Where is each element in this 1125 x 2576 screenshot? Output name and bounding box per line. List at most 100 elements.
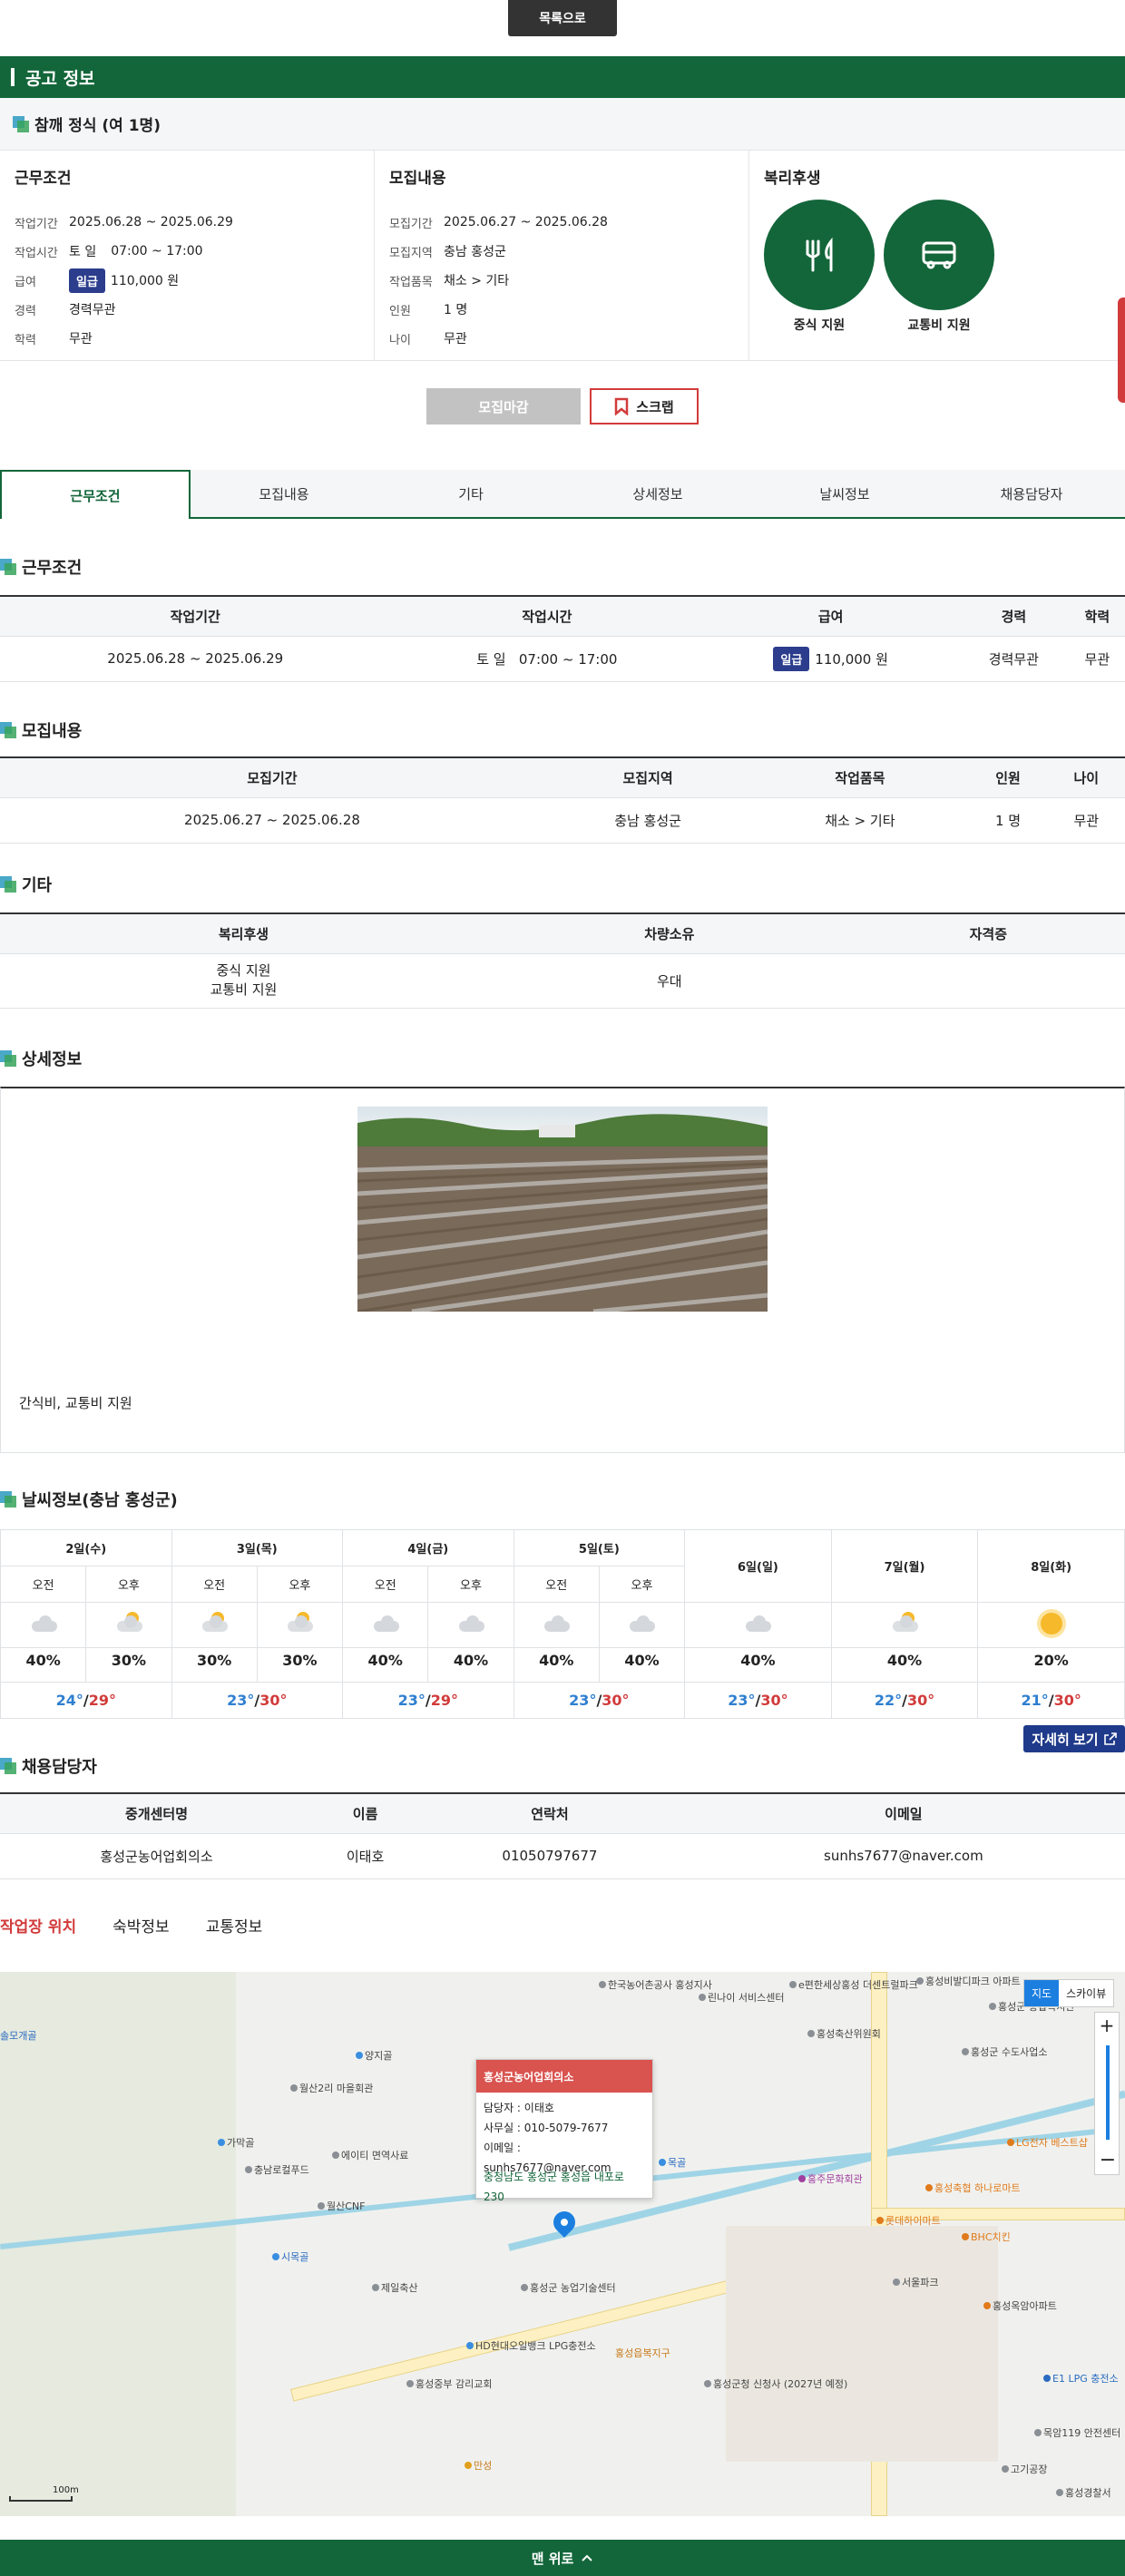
day-header: 2일(수) [0,1529,172,1566]
poi-label: e편한세상홍성 더센트럴파크 [798,1979,918,1991]
tab-etc[interactable]: 기타 [377,470,564,517]
th: 차량소유 [486,912,852,954]
map-type-map[interactable]: 지도 [1024,1980,1060,2006]
detail-section-title: 상세정보 [0,1047,82,1070]
td: 2025.06.27 ~ 2025.06.28 [0,797,544,844]
side-tab[interactable] [1118,298,1125,403]
temp-range: 23°/30° [684,1682,832,1719]
recruit-table: 모집기간 모집지역 작업품목 인원 나이 2025.06.27 ~ 2025.0… [0,756,1125,844]
welfare-card: 복리후생 중식 지원 교통비 지원 [749,151,1125,361]
map-poi: 홍성축산위원회 [807,2026,881,2041]
scroll-top-button[interactable]: 맨 위로 [0,2540,1125,2576]
zoom-slider[interactable] [1106,2045,1110,2140]
tab-contact[interactable]: 채용담당자 [938,470,1125,517]
precip-pct: 40% [684,1647,832,1683]
map-poi: 만성 [465,2458,492,2473]
poi-label: LG전자 베스트샵 [1016,2137,1088,2149]
cloud-icon [742,1615,773,1632]
work-table: 작업기간 작업시간 급여 경력 학력 2025.06.28 ~ 2025.06.… [0,595,1125,682]
pm-label: 오후 [427,1566,514,1603]
map-poi: 한국농어촌공사 홍성지사 [599,1977,712,1992]
section-square-icon [13,115,29,132]
table-row: 2025.06.28 ~ 2025.06.29 토 일 07:00 ~ 17:0… [0,636,1125,682]
map-type-skyview[interactable]: 스카이뷰 [1059,1980,1113,2006]
value: 충남 홍성군 [444,245,506,259]
section-square-icon [0,1491,16,1508]
contact-section-title: 채용담당자 [0,1754,97,1778]
tab-transport[interactable]: 교통정보 [206,1914,263,1937]
cloud-icon [370,1615,401,1632]
tab-work[interactable]: 근무조건 [0,470,191,519]
label: 모집기간 [389,217,433,231]
days: 토 일 [476,650,506,668]
recruit-section-title: 모집내용 [0,718,82,742]
bookmark-icon [615,397,629,415]
pm-label: 오후 [598,1566,686,1603]
detail-text: 간식비, 교통비 지원 [19,1395,132,1411]
map-poi: 충남로컬푸드 [245,2162,309,2177]
temp-low: 23° [569,1692,597,1709]
welfare-card-title: 복리후생 [764,170,821,188]
td: 1 명 [968,797,1048,844]
map-poi: 홍주문화회관 [798,2171,863,2186]
poi-label: 홍성비발디파크 아파트 [925,1976,1021,1987]
work-section-title: 근무조건 [0,555,82,579]
scrap-button[interactable]: 스크랩 [590,388,699,424]
th: 자격증 [851,912,1125,954]
weather-more-button[interactable]: 자세히 보기 [1023,1725,1125,1752]
bus-icon [922,241,956,269]
temp-high: 30° [1053,1692,1081,1709]
poi-label: E1 LPG 충전소 [1052,2373,1119,2385]
map-info-popup: 홍성군농어업회의소 담당자 : 이태호 사무실 : 010-5079-7677 … [475,2059,653,2203]
tab-detail[interactable]: 상세정보 [564,470,751,517]
day-header: 7일(월) [830,1529,979,1603]
tab-recruit[interactable]: 모집내용 [191,470,377,517]
precip-pct: 40% [513,1647,600,1683]
td: 충남 홍성군 [543,797,752,844]
map-poi: 홍성비발디파크 아파트 [916,1974,1021,1988]
meal-circle [764,200,875,310]
map-poi: 린나이 서비스센터 [699,1990,784,2005]
pay-badge: 일급 [69,268,105,293]
td [851,953,1125,1009]
poi-label: 서울파크 [902,2277,939,2288]
map-poi: 서울파크 [893,2275,938,2289]
detail-title-text: 상세정보 [22,1050,83,1069]
scrap-label: 스크랩 [636,399,674,415]
map-poi: 솔모개골 [0,2028,36,2043]
chevron-up-icon [582,2554,593,2561]
poi-label: 롯데하이마트 [885,2215,941,2227]
td: 채소 > 기타 [751,797,969,844]
etc-title-text: 기타 [22,876,53,895]
recruit-closed-button[interactable]: 모집마감 [426,388,581,424]
poi-label: 홍성군 수도사업소 [971,2046,1048,2058]
notice-header: 공고 정보 [0,56,1125,98]
zoom-control: + − [1094,2012,1120,2175]
job-title-bar: 참깨 정식 (여 1명) [0,98,1125,151]
weather-icon-cell [342,1602,429,1648]
th: 경력 [958,595,1070,637]
poi-label: 양지골 [365,2050,393,2062]
map[interactable]: 한국농어촌공사 홍성지사 린나이 서비스센터 e편한세상홍성 더센트럴파크 홍성… [0,1972,1125,2516]
tab-workplace-location[interactable]: 작업장 위치 [0,1914,76,1937]
precip-pct: 40% [427,1647,514,1683]
precip-pct: 30% [171,1647,258,1683]
weather-icon-cell [684,1602,832,1648]
hours: 07:00 ~ 17:00 [518,650,618,668]
poi-label: 홍성옥암아파트 [993,2300,1057,2312]
zoom-out-icon[interactable]: − [1095,2149,1120,2174]
map-poi: 에이티 면역사료 [332,2148,408,2162]
tab-lodging[interactable]: 숙박정보 [112,1914,170,1937]
list-button[interactable]: 목록으로 [508,0,617,36]
precip-pct: 30% [256,1647,344,1683]
th: 이름 [313,1792,418,1834]
temp-range: 23°/30° [513,1682,686,1719]
pm-label: 오후 [85,1566,172,1603]
poi-label: 홍성경찰서 [1065,2487,1111,2499]
day-header: 5일(토) [513,1529,686,1566]
map-poi: 홍성군청 신청사 (2027년 예정) [704,2376,847,2391]
zoom-in-icon[interactable]: + [1095,2013,1119,2038]
welfare-item: 교통비 지원 [210,981,278,998]
tab-weather[interactable]: 날씨정보 [751,470,938,517]
value: 110,000 원 [110,274,180,288]
